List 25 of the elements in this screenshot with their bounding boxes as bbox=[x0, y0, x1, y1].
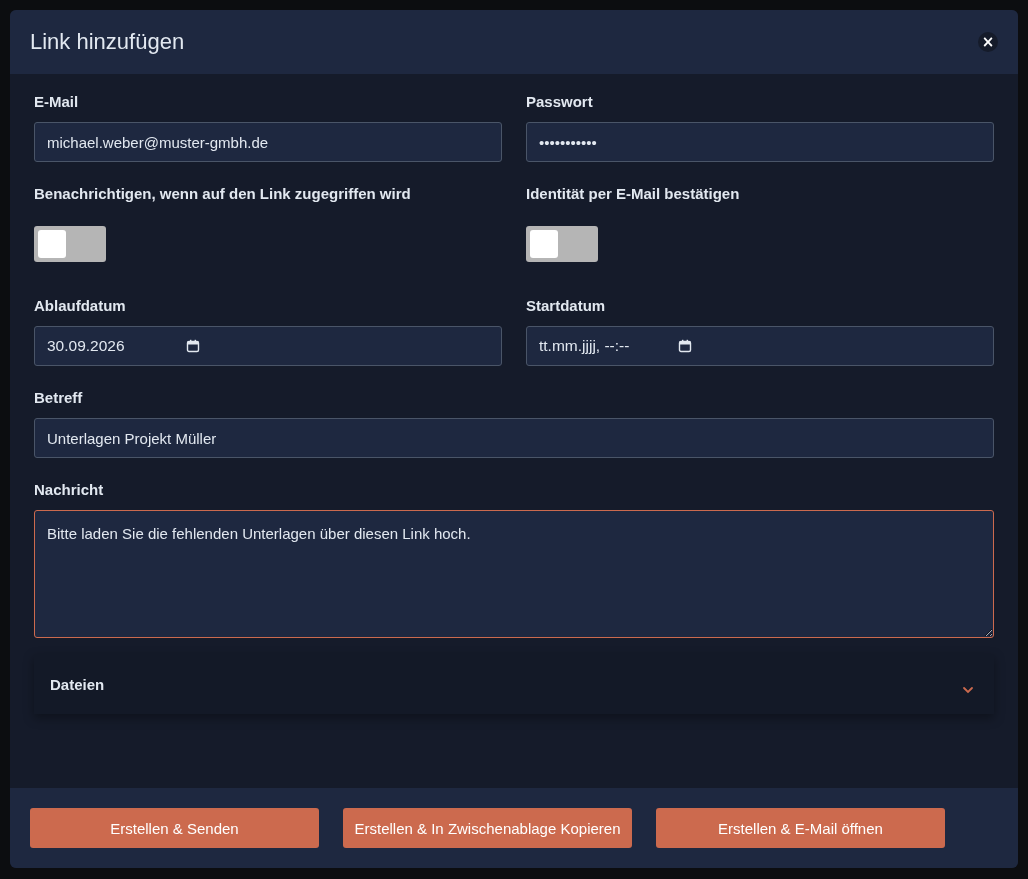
field-label: Passwort bbox=[526, 92, 593, 112]
field-label: E-Mail bbox=[34, 92, 79, 112]
date-field[interactable]: tt.mm.jjjj, --:-- bbox=[526, 326, 994, 366]
dialog-title: Link hinzufügen bbox=[30, 29, 185, 55]
field-label: Nachricht bbox=[34, 480, 104, 500]
input-field[interactable]: michael.weber@muster-gmbh.de bbox=[34, 122, 502, 162]
date-field[interactable]: 30.09.2026 bbox=[34, 326, 502, 366]
field-label: Startdatum bbox=[526, 296, 606, 316]
field-label: Betreff bbox=[34, 388, 83, 408]
action-button[interactable]: Erstellen & E-Mail öffnen bbox=[656, 808, 945, 848]
calendar-icon bbox=[678, 339, 692, 353]
close-button[interactable]: × bbox=[978, 32, 998, 52]
input-field[interactable]: Unterlagen Projekt Müller bbox=[34, 418, 994, 458]
files-section[interactable]: Dateien bbox=[34, 654, 994, 714]
calendar-icon bbox=[186, 339, 200, 353]
toggle-switch[interactable] bbox=[526, 226, 598, 262]
chevron-icon bbox=[962, 686, 974, 694]
input-field[interactable]: ••••••••••• bbox=[526, 122, 994, 162]
action-button[interactable]: Erstellen & Senden bbox=[30, 808, 319, 848]
action-button[interactable]: Erstellen & In Zwischenablage Kopieren bbox=[343, 808, 632, 848]
field-label: Identität per E-Mail bestätigen bbox=[526, 184, 740, 204]
toggle-switch[interactable] bbox=[34, 226, 106, 262]
field-label: Benachrichtigen, wenn auf den Link zugegriffen wird bbox=[34, 184, 411, 204]
field-label: Ablaufdatum bbox=[34, 296, 126, 316]
message-field[interactable]: Bitte laden Sie die fehlenden Unterlagen über diesen Link hoch. bbox=[34, 510, 994, 638]
